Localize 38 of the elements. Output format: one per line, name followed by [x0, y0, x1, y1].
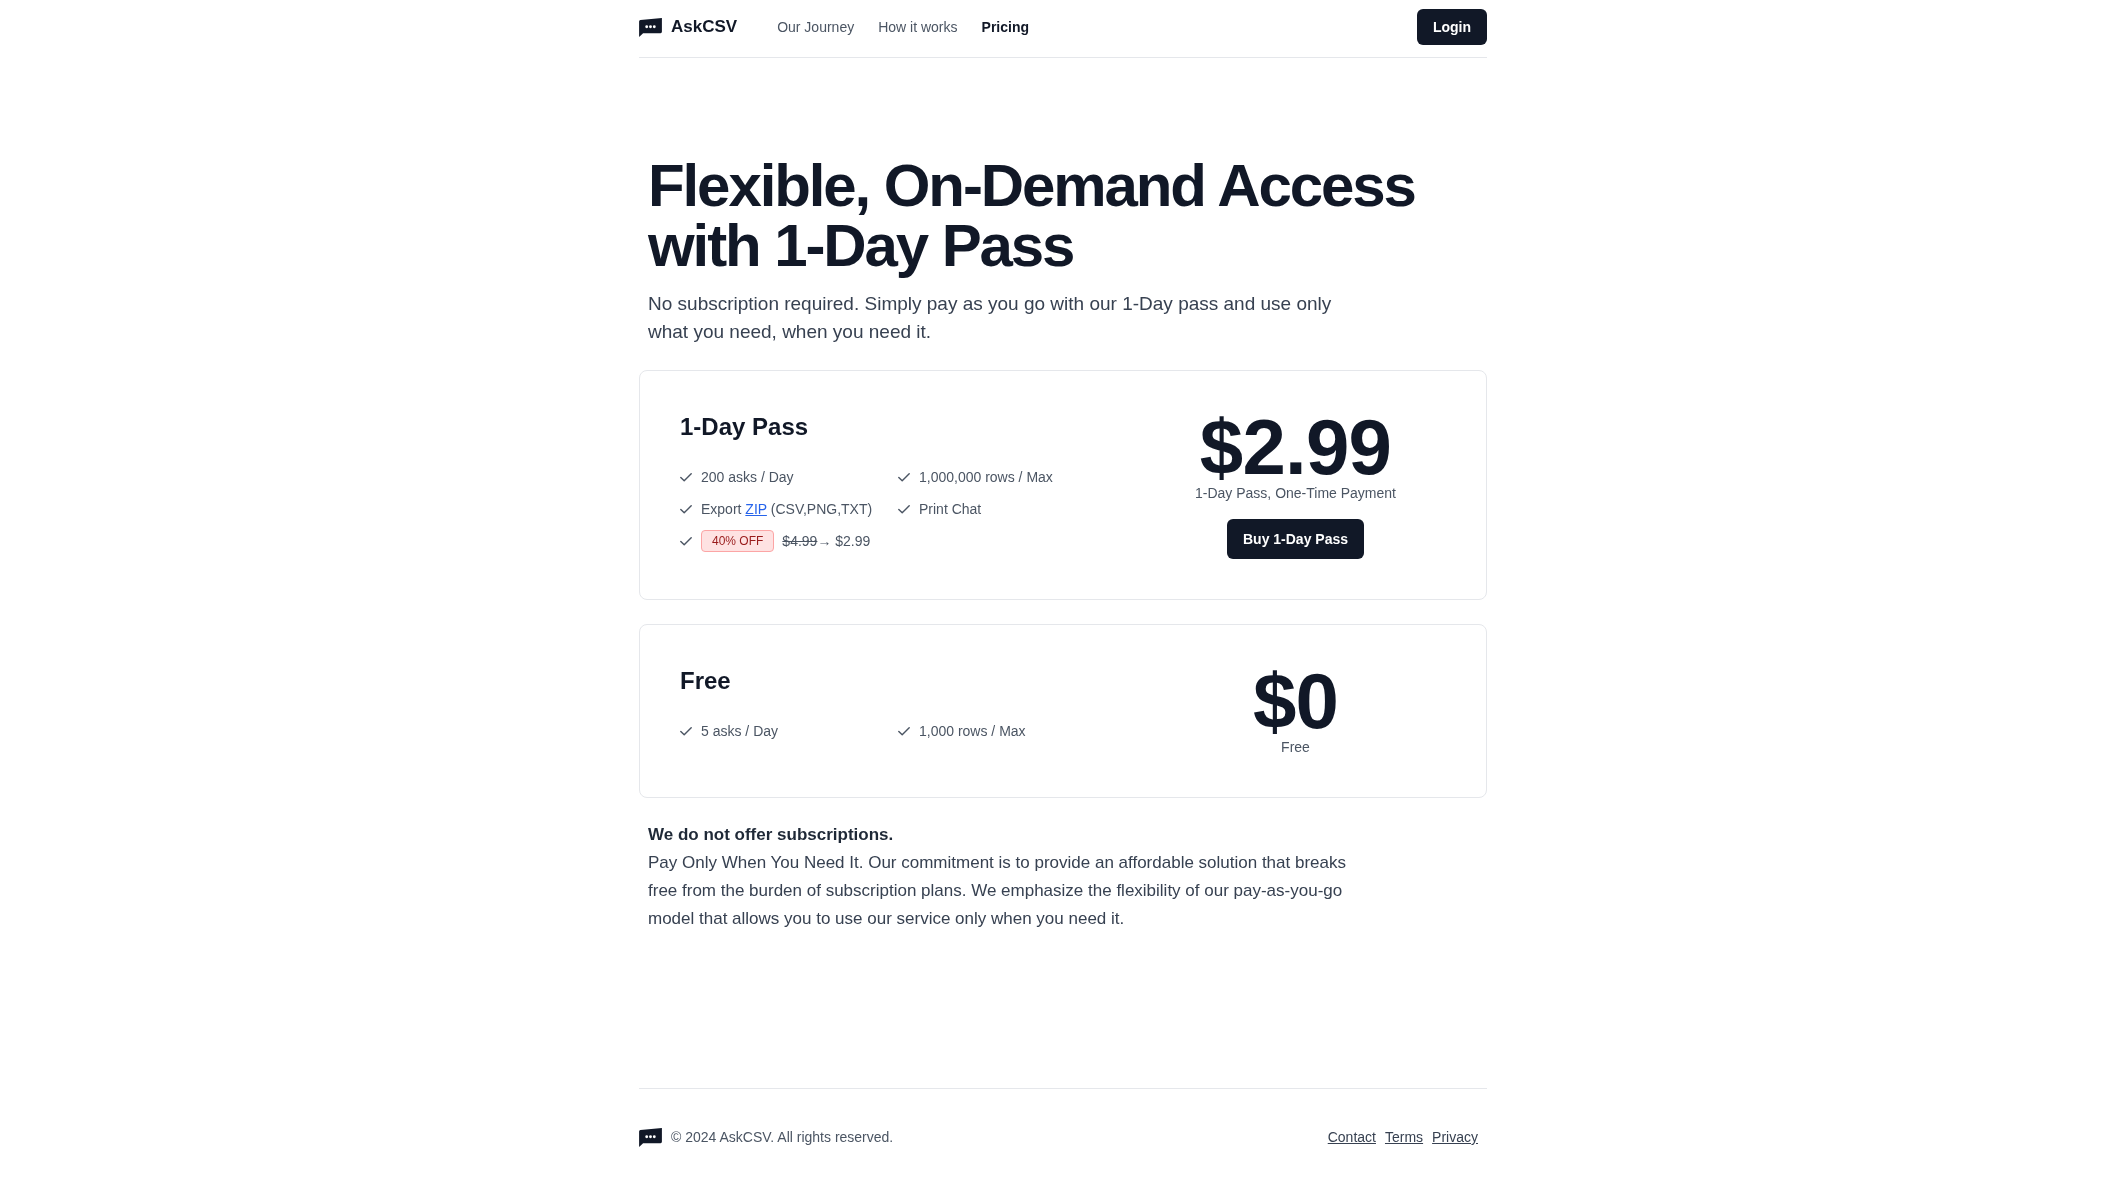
- feature-text: Print Chat: [919, 500, 982, 519]
- feature-text: 1,000 rows / Max: [919, 722, 1026, 741]
- note-paragraph: Pay Only When You Need It. Our commitment is to provide an affordable solution that breaks free from the burden of subscription plans. We emphasize the flexibility of our pay-as-you-go model that allows you to use our service only when you need it.: [648, 852, 1347, 930]
- plan-title: 1-Day Pass: [680, 412, 810, 442]
- plan-title: Free: [680, 666, 732, 696]
- price-caption: Free: [1281, 738, 1310, 757]
- check-icon: [680, 472, 692, 482]
- check-icon: [898, 472, 910, 482]
- nav-link[interactable]: Pricing: [981, 17, 1029, 37]
- login-button[interactable]: Login: [1416, 9, 1487, 45]
- check-icon: [680, 536, 692, 546]
- check-icon: [680, 726, 692, 736]
- footer-link[interactable]: Privacy: [1432, 1127, 1478, 1147]
- nav-link[interactable]: How it works: [878, 17, 958, 37]
- hero-heading: Flexible, On-Demand Access with 1-Day Pass: [648, 156, 1416, 276]
- feature-text: Export ZIP (CSV,PNG,TXT): [701, 500, 873, 519]
- feature-text: 1,000,000 rows / Max: [919, 468, 1053, 487]
- footer-link[interactable]: Contact: [1327, 1127, 1376, 1147]
- buy-button[interactable]: Buy 1-Day Pass: [1226, 519, 1365, 559]
- feature-text: 5 asks / Day: [701, 722, 779, 741]
- plan-price: $0: [1252, 665, 1339, 737]
- plan-price: $2.99: [1199, 411, 1392, 483]
- discount-price: $4.99→ $2.99: [782, 532, 871, 551]
- brand-name: AskCSV: [671, 16, 738, 39]
- chat-bubble-logo-icon: [639, 1127, 662, 1147]
- copyright-text: © 2024 AskCSV. All rights reserved.: [671, 1128, 894, 1147]
- zip-link[interactable]: ZIP: [745, 501, 767, 517]
- note-heading: We do not offer subscriptions.: [648, 824, 895, 846]
- check-icon: [898, 504, 910, 514]
- nav-link[interactable]: Our Journey: [777, 17, 855, 37]
- chat-bubble-logo-icon: [639, 17, 662, 37]
- check-icon: [898, 726, 910, 736]
- hero-subtitle: No subscription required. Simply pay as you go with our 1-Day pass and use only what you need, when you need it.: [648, 292, 1333, 344]
- feature-text: 200 asks / Day: [701, 468, 794, 487]
- check-icon: [680, 504, 692, 514]
- price-caption: 1-Day Pass, One-Time Payment: [1195, 484, 1396, 503]
- discount-tag: 40% OFF: [701, 530, 775, 552]
- footer-link[interactable]: Terms: [1384, 1127, 1424, 1147]
